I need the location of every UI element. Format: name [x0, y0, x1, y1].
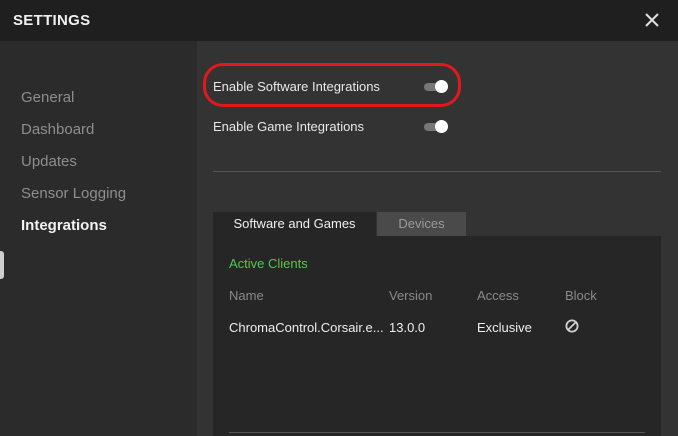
clients-panel: Active Clients Name Version Access Block… — [213, 236, 661, 436]
block-icon[interactable] — [565, 319, 579, 333]
main-panel: Enable Software Integrations Enable Game… — [197, 41, 678, 436]
panel-bottom-divider — [229, 432, 645, 433]
column-header-name: Name — [229, 288, 264, 303]
client-version: 13.0.0 — [389, 320, 426, 335]
section-divider — [213, 171, 661, 172]
close-icon[interactable] — [642, 10, 662, 30]
toggle-knob — [435, 80, 448, 93]
game-integrations-label: Enable Game Integrations — [213, 119, 365, 134]
active-clients-heading: Active Clients — [229, 256, 308, 271]
sidebar-item-dashboard[interactable]: Dashboard — [21, 121, 94, 138]
game-integrations-toggle[interactable] — [424, 120, 448, 133]
toggle-knob — [435, 120, 448, 133]
column-header-version: Version — [389, 288, 433, 303]
column-header-access: Access — [477, 288, 519, 303]
sidebar-item-general[interactable]: General — [21, 89, 74, 106]
window-title: SETTINGS — [13, 12, 91, 29]
software-integrations-label: Enable Software Integrations — [213, 79, 380, 94]
client-access: Exclusive — [477, 320, 532, 335]
column-header-block: Block — [565, 288, 597, 303]
tab-software-and-games[interactable]: Software and Games — [213, 212, 376, 236]
sidebar-item-integrations[interactable]: Integrations — [21, 217, 107, 234]
software-integrations-toggle[interactable] — [424, 80, 448, 93]
sidebar-item-sensor-logging[interactable]: Sensor Logging — [21, 185, 126, 202]
active-nav-marker — [0, 251, 4, 279]
client-name: ChromaControl.Corsair.e... — [229, 320, 384, 335]
tab-devices[interactable]: Devices — [377, 212, 466, 236]
sidebar-item-updates[interactable]: Updates — [21, 153, 77, 170]
sidebar: General Dashboard Updates Sensor Logging… — [0, 41, 197, 436]
title-bar: SETTINGS — [0, 0, 678, 41]
